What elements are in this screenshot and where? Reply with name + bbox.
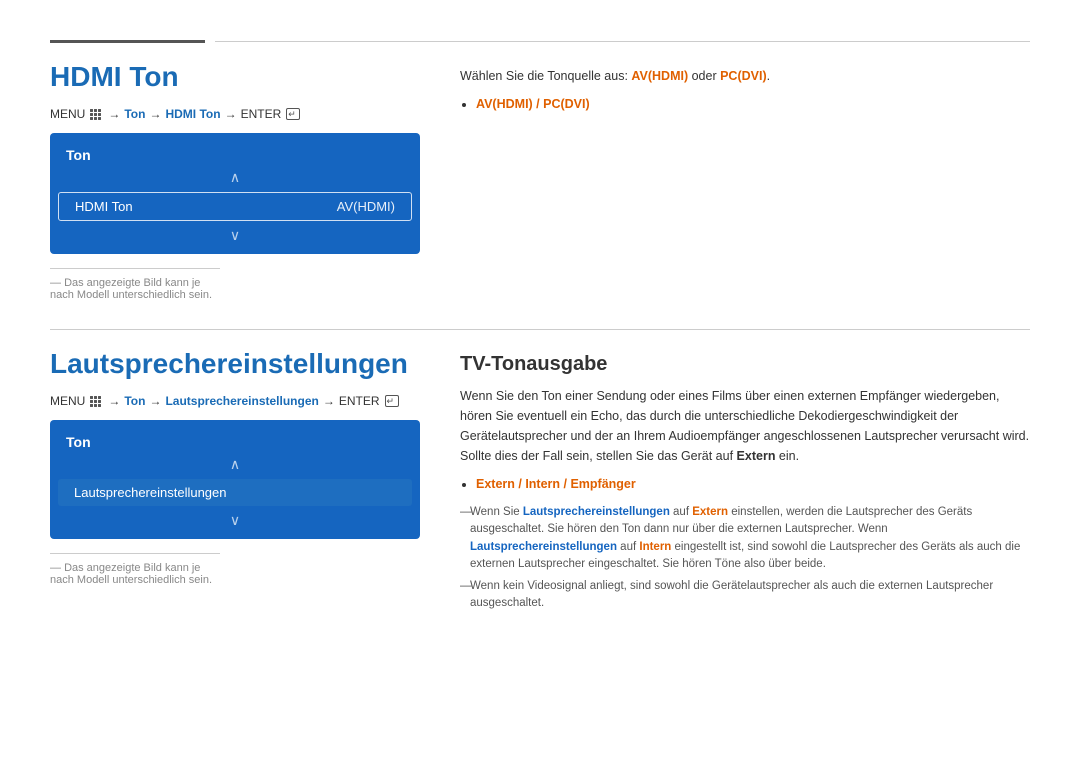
lautsp-blue1: Lautsprechereinstellungen	[523, 506, 670, 518]
menu-grid-icon	[90, 109, 101, 120]
lautsp-footnote: Das angezeigte Bild kann je nach Modell …	[50, 553, 220, 586]
hdmi-ton-title: HDMI Ton	[50, 61, 420, 93]
tv-ton-note2: Wenn kein Videosignal anliegt, sind sowo…	[460, 578, 1030, 613]
lautsp-item-label: Lautsprechereinstellungen	[74, 485, 227, 500]
tv-ton-desc: Wenn Sie den Ton einer Sendung oder eine…	[460, 386, 1030, 466]
lautsp-arrow1: →	[108, 394, 120, 408]
hdmi-right-panel: Wählen Sie die Tonquelle aus: AV(HDMI) o…	[460, 61, 1030, 301]
tv-ton-bullet-orange: Extern / Intern / Empfänger	[476, 477, 636, 491]
bottom-wrapper: Lautsprechereinstellungen MENU → Ton → L…	[50, 348, 1030, 618]
lautsp-blue2: Lautsprechereinstellungen	[470, 541, 617, 553]
hdmi-menu-item[interactable]: HDMI Ton AV(HDMI)	[58, 192, 412, 221]
lautsp-enter-label: ENTER	[339, 394, 380, 408]
hdmi-arrow-down[interactable]: ∨	[50, 225, 420, 246]
divider-thick	[50, 40, 205, 43]
hdmi-left-panel: HDMI Ton MENU → Ton → HDMI Ton → ENTER T…	[50, 61, 420, 301]
lautsp-arrow2: →	[149, 394, 161, 408]
enter-icon	[286, 108, 300, 120]
menu-label: MENU	[50, 107, 85, 121]
extern-orange1: Extern	[692, 506, 728, 518]
tv-ton-bullet-list: Extern / Intern / Empfänger	[476, 474, 1030, 494]
lautsp-menu-label: MENU	[50, 394, 85, 408]
lautsp-link: Lautsprechereinstellungen	[165, 394, 318, 408]
lautsp-arrow-down[interactable]: ∨	[50, 510, 420, 531]
tv-ton-panel: TV-Tonausgabe Wenn Sie den Ton einer Sen…	[460, 348, 1030, 618]
hdmi-footnote: Das angezeigte Bild kann je nach Modell …	[50, 268, 220, 301]
hdmi-orange2: PC(DVI)	[720, 69, 767, 83]
lautsp-title: Lautsprechereinstellungen	[50, 348, 420, 380]
extern-strong: Extern	[737, 449, 776, 463]
lautsp-arrow-up[interactable]: ∧	[50, 454, 420, 475]
hdmi-bullet-item: AV(HDMI) / PC(DVI)	[476, 94, 1030, 114]
hdmi-item-label: HDMI Ton	[75, 199, 133, 214]
hdmi-menu-path: MENU → Ton → HDMI Ton → ENTER	[50, 107, 420, 121]
lautsp-menu-box-header: Ton	[50, 428, 420, 454]
hdmi-right-desc: Wählen Sie die Tonquelle aus: AV(HDMI) o…	[460, 66, 1030, 86]
lautsp-left-panel: Lautsprechereinstellungen MENU → Ton → L…	[50, 348, 420, 618]
hdmi-ton-link: HDMI Ton	[165, 107, 220, 121]
hdmi-menu-box-header: Ton	[50, 141, 420, 167]
lautsp-menu-path: MENU → Ton → Lautsprechereinstellungen →…	[50, 394, 420, 408]
arrow3: →	[225, 107, 237, 121]
hdmi-item-value: AV(HDMI)	[337, 199, 395, 214]
hdmi-section-wrapper: HDMI Ton MENU → Ton → HDMI Ton → ENTER T…	[50, 61, 1030, 301]
hdmi-bullet-list: AV(HDMI) / PC(DVI)	[476, 94, 1030, 114]
lautsp-enter-icon	[385, 395, 399, 407]
tv-ton-title: TV-Tonausgabe	[460, 353, 1030, 376]
lautsp-menu-box: Ton ∧ Lautsprechereinstellungen ∨	[50, 420, 420, 539]
hdmi-menu-box: Ton ∧ HDMI Ton AV(HDMI) ∨	[50, 133, 420, 254]
lautsp-menu-item[interactable]: Lautsprechereinstellungen	[58, 479, 412, 506]
hdmi-bullet-orange: AV(HDMI) / PC(DVI)	[476, 97, 590, 111]
tv-ton-note1: Wenn Sie Lautsprechereinstellungen auf E…	[460, 504, 1030, 573]
top-divider	[50, 40, 1030, 43]
hdmi-arrow-up[interactable]: ∧	[50, 167, 420, 188]
divider-thin	[215, 41, 1030, 42]
section-divider	[50, 329, 1030, 330]
arrow2: →	[149, 107, 161, 121]
tv-ton-bullet-item: Extern / Intern / Empfänger	[476, 474, 1030, 494]
arrow1: →	[108, 107, 120, 121]
lautsp-arrow3: →	[323, 394, 335, 408]
intern-orange: Intern	[639, 541, 671, 553]
enter-label: ENTER	[241, 107, 282, 121]
lautsp-ton-link: Ton	[124, 394, 145, 408]
hdmi-orange1: AV(HDMI)	[631, 69, 688, 83]
lautsp-menu-grid-icon	[90, 396, 101, 407]
ton-link1: Ton	[124, 107, 145, 121]
